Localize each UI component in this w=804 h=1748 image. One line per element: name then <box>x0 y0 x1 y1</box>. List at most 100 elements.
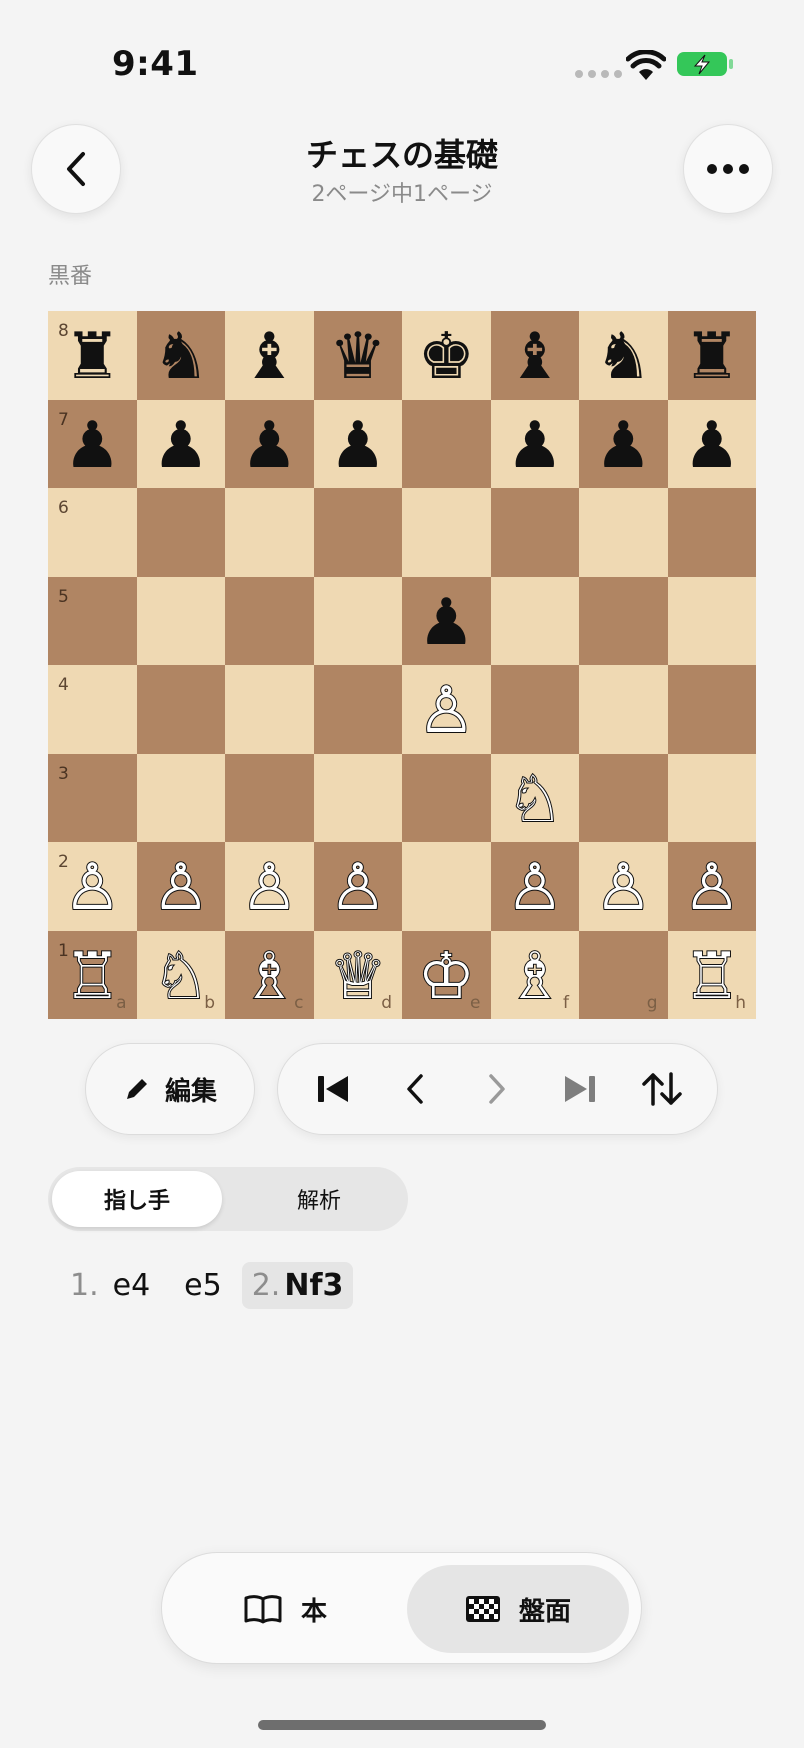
segment-moves[interactable]: 指し手 <box>52 1171 222 1227</box>
more-button[interactable] <box>683 124 773 214</box>
square-g8[interactable]: ♞ <box>579 311 668 400</box>
black-pawn-piece[interactable]: ♟ <box>418 591 475 655</box>
white-pawn-piece[interactable]: ♙ <box>63 855 122 921</box>
square-a7[interactable]: 7 ♟ <box>48 399 137 488</box>
black-pawn-piece[interactable]: ♟ <box>152 414 209 478</box>
square-f7[interactable]: ♟ <box>490 399 579 488</box>
square-g3[interactable] <box>579 753 668 842</box>
square-b6[interactable] <box>136 488 225 577</box>
black-knight-piece[interactable]: ♞ <box>595 325 652 389</box>
black-knight-piece[interactable]: ♞ <box>152 325 209 389</box>
white-bishop-piece[interactable]: ♗ <box>240 944 299 1010</box>
square-a8[interactable]: 8 ♜ <box>48 311 137 400</box>
white-queen-piece[interactable]: ♕ <box>328 944 387 1010</box>
white-pawn-piece[interactable]: ♙ <box>328 855 387 921</box>
black-bishop-piece[interactable]: ♝ <box>241 325 298 389</box>
next-move-button[interactable] <box>472 1064 522 1114</box>
move-black-1[interactable]: e5 <box>174 1262 232 1309</box>
square-f4[interactable] <box>490 665 579 754</box>
black-pawn-piece[interactable]: ♟ <box>595 414 652 478</box>
white-pawn-piece[interactable]: ♙ <box>505 855 564 921</box>
move-white-1[interactable]: e4 <box>103 1262 161 1309</box>
square-f5[interactable] <box>490 576 579 665</box>
black-queen-piece[interactable]: ♛ <box>329 325 386 389</box>
square-c3[interactable] <box>225 753 314 842</box>
move-white-2-current[interactable]: 2. Nf3 <box>241 1262 354 1309</box>
square-c2[interactable]: ♙ <box>225 842 314 931</box>
white-pawn-piece[interactable]: ♙ <box>151 855 210 921</box>
black-pawn-piece[interactable]: ♟ <box>329 414 386 478</box>
square-g1[interactable]: g <box>579 930 668 1019</box>
square-d2[interactable]: ♙ <box>313 842 402 931</box>
chess-board[interactable]: 8 ♜ ♞ ♝ ♛ ♚ ♝ ♞ ♜ 7 ♟ ♟ ♟ ♟ ♟ ♟ ♟ 6 5 ♟ 4 ♙ 3 ♘ 2 ♙ ♙ ♙ ♙ ♙ ♙ ♙ 1 a ♖ b ♘ c ♗ d… <box>48 311 756 1019</box>
square-e1[interactable]: e ♔ <box>402 930 491 1019</box>
square-d6[interactable] <box>313 488 402 577</box>
black-pawn-piece[interactable]: ♟ <box>64 414 121 478</box>
white-knight-piece[interactable]: ♘ <box>505 767 564 833</box>
square-f2[interactable]: ♙ <box>490 842 579 931</box>
square-a4[interactable]: 4 <box>48 665 137 754</box>
white-bishop-piece[interactable]: ♗ <box>505 944 564 1010</box>
square-a6[interactable]: 6 <box>48 488 137 577</box>
square-c5[interactable] <box>225 576 314 665</box>
tab-book[interactable]: 本 <box>174 1565 396 1653</box>
white-pawn-piece[interactable]: ♙ <box>682 855 741 921</box>
white-king-piece[interactable]: ♔ <box>417 944 476 1010</box>
black-rook-piece[interactable]: ♜ <box>683 325 740 389</box>
square-b7[interactable]: ♟ <box>136 399 225 488</box>
black-pawn-piece[interactable]: ♟ <box>683 414 740 478</box>
white-pawn-piece[interactable]: ♙ <box>417 678 476 744</box>
white-knight-piece[interactable]: ♘ <box>151 944 210 1010</box>
square-d4[interactable] <box>313 665 402 754</box>
square-c4[interactable] <box>225 665 314 754</box>
square-h7[interactable]: ♟ <box>667 399 756 488</box>
square-h5[interactable] <box>667 576 756 665</box>
edit-button[interactable]: 編集 <box>85 1043 255 1135</box>
black-pawn-piece[interactable]: ♟ <box>241 414 298 478</box>
square-d3[interactable] <box>313 753 402 842</box>
square-b1[interactable]: b ♘ <box>136 930 225 1019</box>
square-b2[interactable]: ♙ <box>136 842 225 931</box>
square-a2[interactable]: 2 ♙ <box>48 842 137 931</box>
square-c1[interactable]: c ♗ <box>225 930 314 1019</box>
tab-board[interactable]: 盤面 <box>407 1565 629 1653</box>
square-g4[interactable] <box>579 665 668 754</box>
square-h4[interactable] <box>667 665 756 754</box>
white-pawn-piece[interactable]: ♙ <box>240 855 299 921</box>
square-g6[interactable] <box>579 488 668 577</box>
square-a1[interactable]: 1 a ♖ <box>48 930 137 1019</box>
white-pawn-piece[interactable]: ♙ <box>594 855 653 921</box>
square-f3[interactable]: ♘ <box>490 753 579 842</box>
square-d1[interactable]: d ♕ <box>313 930 402 1019</box>
square-c6[interactable] <box>225 488 314 577</box>
flip-board-button[interactable] <box>637 1064 687 1114</box>
square-b4[interactable] <box>136 665 225 754</box>
black-bishop-piece[interactable]: ♝ <box>506 325 563 389</box>
square-h1[interactable]: h ♖ <box>667 930 756 1019</box>
square-b3[interactable] <box>136 753 225 842</box>
square-c7[interactable]: ♟ <box>225 399 314 488</box>
black-rook-piece[interactable]: ♜ <box>64 325 121 389</box>
square-a3[interactable]: 3 <box>48 753 137 842</box>
square-e4[interactable]: ♙ <box>402 665 491 754</box>
black-king-piece[interactable]: ♚ <box>418 325 475 389</box>
square-g2[interactable]: ♙ <box>579 842 668 931</box>
square-e2[interactable] <box>402 842 491 931</box>
square-h2[interactable]: ♙ <box>667 842 756 931</box>
square-c8[interactable]: ♝ <box>225 311 314 400</box>
square-h6[interactable] <box>667 488 756 577</box>
segment-analysis[interactable]: 解析 <box>234 1171 404 1227</box>
first-move-button[interactable] <box>308 1064 358 1114</box>
black-pawn-piece[interactable]: ♟ <box>506 414 563 478</box>
square-e3[interactable] <box>402 753 491 842</box>
square-d5[interactable] <box>313 576 402 665</box>
square-a5[interactable]: 5 <box>48 576 137 665</box>
square-f1[interactable]: f ♗ <box>490 930 579 1019</box>
previous-move-button[interactable] <box>390 1064 440 1114</box>
white-rook-piece[interactable]: ♖ <box>63 944 122 1010</box>
last-move-button[interactable] <box>555 1064 605 1114</box>
square-e8[interactable]: ♚ <box>402 311 491 400</box>
square-h8[interactable]: ♜ <box>667 311 756 400</box>
square-g5[interactable] <box>579 576 668 665</box>
square-d7[interactable]: ♟ <box>313 399 402 488</box>
